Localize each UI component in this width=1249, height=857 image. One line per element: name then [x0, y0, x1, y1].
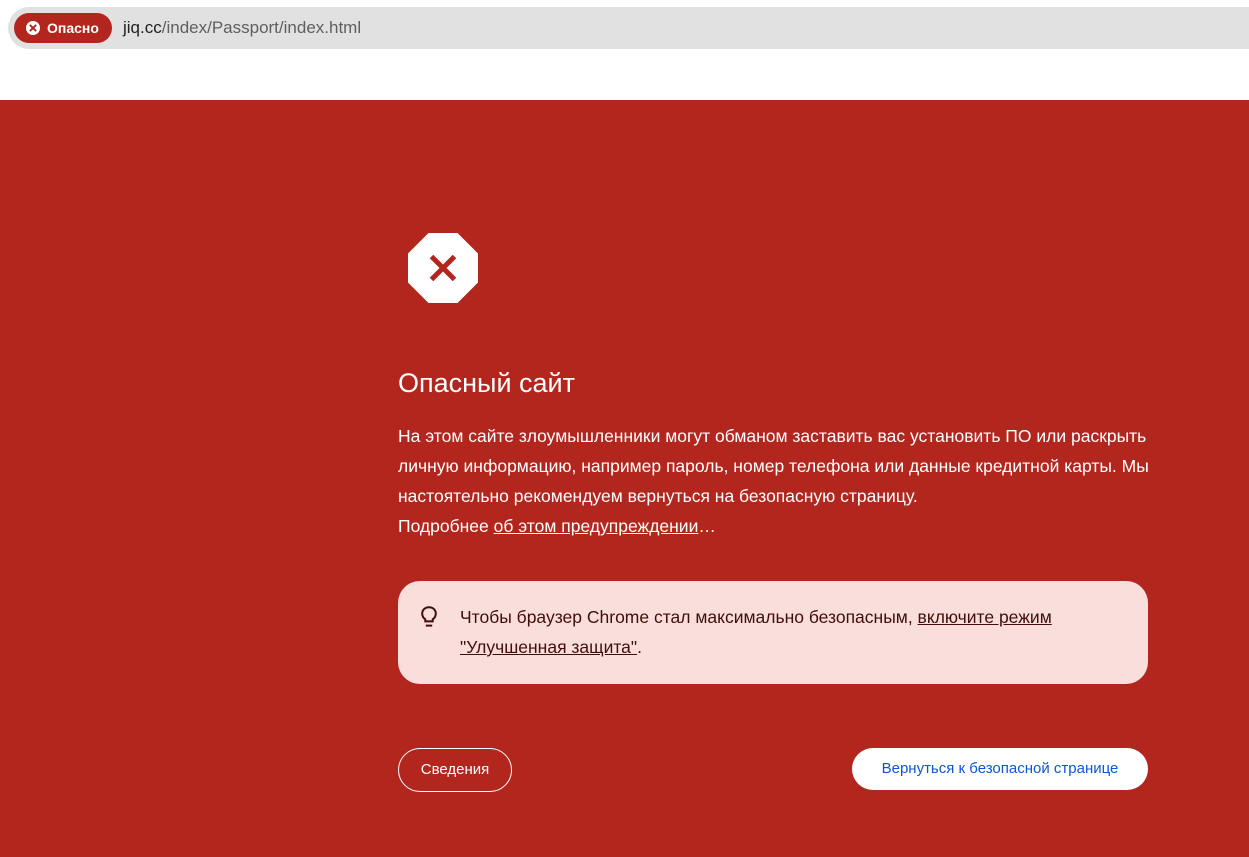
warning-body-text: На этом сайте злоумышленники могут обман…: [398, 426, 1149, 506]
warning-description: На этом сайте злоумышленники могут обман…: [398, 421, 1158, 541]
learn-more-suffix: …: [698, 516, 716, 536]
tip-text: Чтобы браузер Chrome стал максимально бе…: [460, 602, 1120, 662]
page-title: Опасный сайт: [398, 368, 576, 398]
browser-toolbar: Опасно jiq.cc/index/Passport/index.html: [0, 0, 1249, 100]
close-circle-icon: [26, 21, 40, 35]
url-text[interactable]: jiq.cc/index/Passport/index.html: [123, 7, 361, 49]
tip-text-lead: Чтобы браузер Chrome стал максимально бе…: [460, 607, 918, 627]
learn-more-link[interactable]: об этом предупреждении: [494, 516, 699, 536]
tip-text-suffix: .: [637, 637, 642, 657]
address-bar[interactable]: Опасно jiq.cc/index/Passport/index.html: [8, 7, 1249, 49]
details-button[interactable]: Сведения: [398, 748, 512, 792]
enhanced-protection-tip: Чтобы браузер Chrome стал максимально бе…: [398, 581, 1148, 684]
danger-octagon-icon: [408, 233, 478, 303]
learn-more-prefix: Подробнее: [398, 516, 494, 536]
security-status-chip[interactable]: Опасно: [14, 13, 112, 43]
lightbulb-icon: [418, 605, 440, 629]
safe-browsing-interstitial: Опасный сайт На этом сайте злоумышленник…: [0, 100, 1249, 857]
url-host: jiq.cc: [123, 18, 162, 37]
back-to-safety-button[interactable]: Вернуться к безопасной странице: [852, 748, 1148, 790]
security-chip-label: Опасно: [47, 20, 99, 36]
url-path: /index/Passport/index.html: [161, 18, 362, 37]
